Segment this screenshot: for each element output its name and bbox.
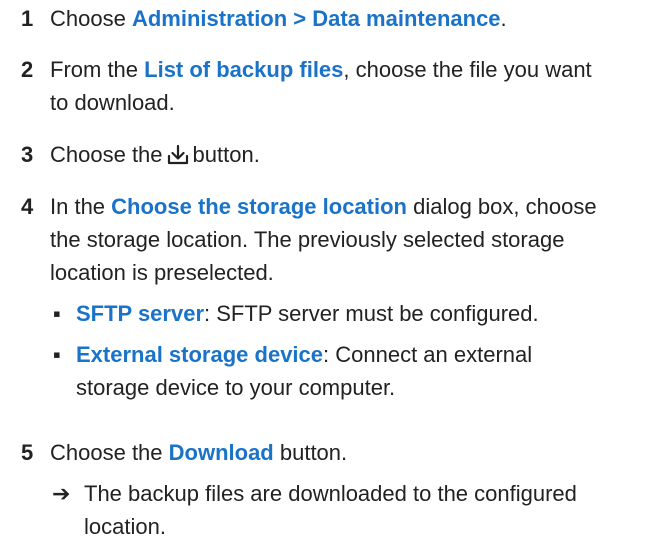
option-description: : SFTP server must be configured. <box>204 301 539 326</box>
step-text-pre: In the <box>50 194 112 219</box>
step-text: Choose the button. <box>50 138 610 174</box>
instruction-document: 1 Choose Administration > Data maintenan… <box>0 0 645 539</box>
step-text-post: button. <box>192 142 260 167</box>
step-number: 1 <box>21 6 34 31</box>
step-text: Choose Administration > Data maintenance… <box>50 2 610 35</box>
step-number: 3 <box>21 142 34 167</box>
step-text: In the Choose the storage location dialo… <box>50 190 610 412</box>
option-name: SFTP server <box>76 301 205 326</box>
step-number: 5 <box>21 440 34 465</box>
download-icon <box>167 141 189 174</box>
step-number: 4 <box>21 194 34 219</box>
step-text: Choose the Download button. ➔ The backup … <box>50 436 610 543</box>
menu-path: Administration > Data maintenance <box>131 6 501 31</box>
step-text-pre: Choose the <box>50 440 169 465</box>
bullet-icon: ▪ <box>53 342 61 367</box>
step-result: ➔ The backup files are downloaded to the … <box>50 477 610 543</box>
step-text-pre: From the <box>50 57 145 82</box>
button-name: Download <box>168 440 274 465</box>
step-text-pre: Choose <box>50 6 132 31</box>
step-text-pre: Choose the <box>50 142 163 167</box>
step-text-post: button. <box>273 440 348 465</box>
step-text-post: . <box>500 6 507 31</box>
list-item: ▪ SFTP server: SFTP server must be config… <box>50 297 610 330</box>
option-name: External storage device <box>76 342 324 367</box>
storage-options-list: ▪ SFTP server: SFTP server must be config… <box>50 297 610 404</box>
step-text: From the List of backup files, choose th… <box>50 53 610 119</box>
list-item: ▪ External storage device: Connect an ext… <box>50 338 610 404</box>
step-number: 2 <box>21 57 34 82</box>
list-name: List of backup files <box>144 57 344 82</box>
arrow-right-icon: ➔ <box>52 481 71 506</box>
bullet-icon: ▪ <box>53 301 61 326</box>
result-text: The backup files are downloaded to the c… <box>84 481 577 539</box>
dialog-name: Choose the storage location <box>111 194 407 219</box>
